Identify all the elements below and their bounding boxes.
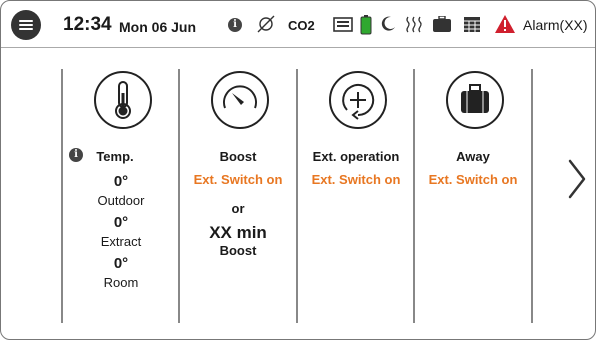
extract-temp: 0°: [113, 214, 129, 231]
chevron-right-icon[interactable]: [561, 157, 591, 201]
battery-icon: [360, 15, 372, 35]
suitcase-icon: [433, 16, 451, 32]
clock-date: Mon 06 Jun: [119, 19, 197, 35]
heat-icon: [406, 16, 422, 33]
ext-operation-button[interactable]: [329, 71, 387, 129]
boost-duration: XX min: [209, 223, 267, 242]
co2-indicator: CO2: [288, 18, 315, 33]
divider: [296, 69, 298, 323]
away-title: Away: [456, 149, 490, 164]
clock-time: 12:34: [63, 14, 112, 35]
fan-off-icon: [257, 15, 275, 33]
room-temp: 0°: [113, 255, 129, 272]
outdoor-label: Outdoor: [97, 193, 145, 208]
or-label: or: [231, 201, 245, 216]
temp-title: Temp.: [96, 149, 134, 164]
thermometer-icon: [115, 81, 131, 119]
status-bar: 12:34 Mon 06 Jun i CO2 Alarm(XX): [1, 1, 595, 48]
ext-operation-title: Ext. operation: [312, 149, 400, 164]
ext-operation-switch-status: Ext. Switch on: [311, 172, 401, 187]
away-switch-status: Ext. Switch on: [428, 172, 518, 187]
away-button[interactable]: [446, 71, 504, 129]
extract-label: Extract: [100, 234, 142, 249]
external-operation-icon: [342, 84, 375, 120]
boost-title: Boost: [219, 149, 257, 164]
info-icon[interactable]: i: [228, 18, 242, 32]
alarm-label[interactable]: Alarm(XX): [523, 17, 588, 33]
divider: [413, 69, 415, 323]
menu-icon[interactable]: [11, 10, 41, 40]
alarm-icon[interactable]: [494, 14, 516, 34]
calendar-icon: [464, 17, 480, 32]
thermometer-button[interactable]: [94, 71, 152, 129]
boost-switch-status: Ext. Switch on: [193, 172, 283, 187]
app-frame: 12:34 Mon 06 Jun i CO2 Alarm(XX) i Temp.…: [0, 0, 596, 340]
room-label: Room: [103, 275, 139, 290]
night-mode-icon: [381, 16, 395, 31]
boost-button[interactable]: [211, 71, 269, 129]
keyboard-icon: [333, 17, 353, 32]
divider: [531, 69, 533, 323]
suitcase-icon: [461, 84, 489, 113]
outdoor-temp: 0°: [113, 173, 129, 190]
boost-duration-label: Boost: [219, 243, 257, 258]
gauge-icon: [223, 85, 257, 109]
